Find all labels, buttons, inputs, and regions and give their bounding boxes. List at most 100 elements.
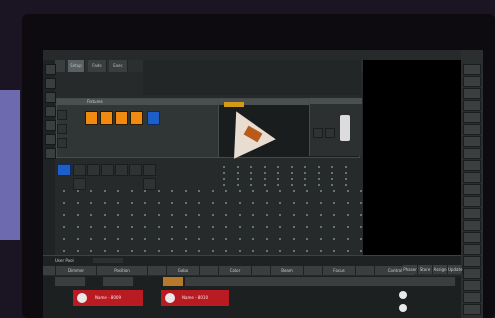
attribute-tab-gobo[interactable]: Gobo xyxy=(167,266,200,275)
grid-dot xyxy=(333,250,335,252)
grid-dot xyxy=(184,214,187,216)
grid-dot xyxy=(252,238,254,240)
grid-dot xyxy=(238,202,241,204)
grid-dot xyxy=(225,226,227,228)
grid-dot xyxy=(225,214,227,216)
right-sidebar-button[interactable] xyxy=(463,64,481,75)
grid-dot xyxy=(63,238,65,240)
right-sidebar-button[interactable] xyxy=(463,172,481,183)
mode-tab[interactable]: Update xyxy=(448,265,463,274)
grid-dot xyxy=(236,184,239,186)
executor-knob[interactable] xyxy=(77,293,87,303)
attribute-tab[interactable] xyxy=(43,266,56,275)
grid-dot xyxy=(211,250,214,252)
command-line-label: User Pool xyxy=(55,258,74,263)
attribute-tab[interactable] xyxy=(304,266,323,275)
executor-knob[interactable] xyxy=(165,293,175,303)
grid-dot xyxy=(103,238,106,240)
grid-dot xyxy=(317,166,320,168)
grid-dot xyxy=(360,214,362,216)
grid-dot xyxy=(171,238,173,240)
attribute-tab-dimmer[interactable]: Dimmer xyxy=(56,266,97,275)
executor-header[interactable] xyxy=(55,277,86,286)
right-sidebar-button[interactable] xyxy=(463,304,481,315)
grid-dot xyxy=(360,226,362,228)
right-sidebar-button[interactable] xyxy=(463,208,481,219)
grid-dot xyxy=(252,190,254,192)
grid-dot xyxy=(290,172,293,174)
grid-dot xyxy=(211,238,214,240)
mode-tab[interactable]: Phaser xyxy=(403,265,418,274)
grid-dot xyxy=(236,178,239,180)
command-line-input[interactable] xyxy=(93,258,123,263)
mode-tab[interactable]: Store xyxy=(418,265,433,274)
grid-dot xyxy=(184,226,187,228)
attribute-bar: Dimmer Position Gobo Color Beam Focus Co… xyxy=(43,266,461,275)
grid-dot xyxy=(184,238,187,240)
attribute-tab[interactable] xyxy=(148,266,167,275)
grid-dot xyxy=(277,178,279,180)
attribute-tab[interactable] xyxy=(252,266,271,275)
grid-dot xyxy=(238,214,241,216)
right-sidebar-button[interactable] xyxy=(463,196,481,207)
executor-header[interactable] xyxy=(103,277,134,286)
grid-dot xyxy=(171,226,173,228)
right-sidebar-button[interactable] xyxy=(463,160,481,171)
grid-dot xyxy=(198,214,200,216)
attribute-tab-color[interactable]: Color xyxy=(219,266,252,275)
right-sidebar-button[interactable] xyxy=(463,292,481,303)
grid-dot xyxy=(319,226,322,228)
grid-dot xyxy=(306,214,308,216)
grid-dot xyxy=(279,226,281,228)
grid-dot xyxy=(317,178,320,180)
executor-label: Name - 8010 xyxy=(182,295,208,300)
grid-dot xyxy=(331,178,333,180)
grid-dot xyxy=(157,202,160,204)
grid-dot xyxy=(360,190,362,192)
grid-dot xyxy=(90,226,92,228)
attribute-tab-beam[interactable]: Beam xyxy=(271,266,304,275)
grid-dot xyxy=(144,190,146,192)
grid-dot xyxy=(63,190,65,192)
grid-dot xyxy=(304,166,306,168)
grid-dot xyxy=(265,202,268,204)
right-sidebar-button[interactable] xyxy=(463,220,481,231)
right-sidebar-button[interactable] xyxy=(463,280,481,291)
attribute-tab[interactable] xyxy=(200,266,219,275)
grid-dot xyxy=(236,166,239,168)
grid-dot xyxy=(130,238,133,240)
grid-dot xyxy=(211,202,214,204)
right-sidebar-button[interactable] xyxy=(463,148,481,159)
right-sidebar-button[interactable] xyxy=(463,76,481,87)
executor-header-active[interactable] xyxy=(163,277,184,286)
grid-dot xyxy=(238,250,241,252)
grid-dot xyxy=(265,250,268,252)
right-sidebar-button[interactable] xyxy=(463,244,481,255)
right-sidebar-button[interactable] xyxy=(463,100,481,111)
right-sidebar-button[interactable] xyxy=(463,112,481,123)
encoder-knob[interactable] xyxy=(399,304,407,312)
attribute-tab-position[interactable]: Position xyxy=(97,266,148,275)
grid-dot xyxy=(171,250,173,252)
right-sidebar-button[interactable] xyxy=(463,88,481,99)
encoder-knob[interactable] xyxy=(399,291,407,299)
grid-dot xyxy=(236,172,239,174)
grid-dot xyxy=(344,184,347,186)
grid-dot xyxy=(292,214,295,216)
right-sidebar-button[interactable] xyxy=(463,268,481,279)
right-sidebar-button[interactable] xyxy=(463,124,481,135)
attribute-tab-focus[interactable]: Focus xyxy=(323,266,356,275)
right-sidebar-button[interactable] xyxy=(463,136,481,147)
grid-dot xyxy=(346,214,349,216)
attribute-tab[interactable] xyxy=(356,266,375,275)
grid-dot xyxy=(117,226,119,228)
mode-tab[interactable]: Assign xyxy=(433,265,448,274)
grid-dot xyxy=(90,250,92,252)
grid-dot xyxy=(333,238,335,240)
grid-dot xyxy=(76,214,79,216)
grid-dot xyxy=(144,226,146,228)
right-sidebar-button[interactable] xyxy=(463,232,481,243)
grid-dot xyxy=(225,190,227,192)
right-sidebar-button[interactable] xyxy=(463,184,481,195)
right-sidebar-button[interactable] xyxy=(463,256,481,267)
